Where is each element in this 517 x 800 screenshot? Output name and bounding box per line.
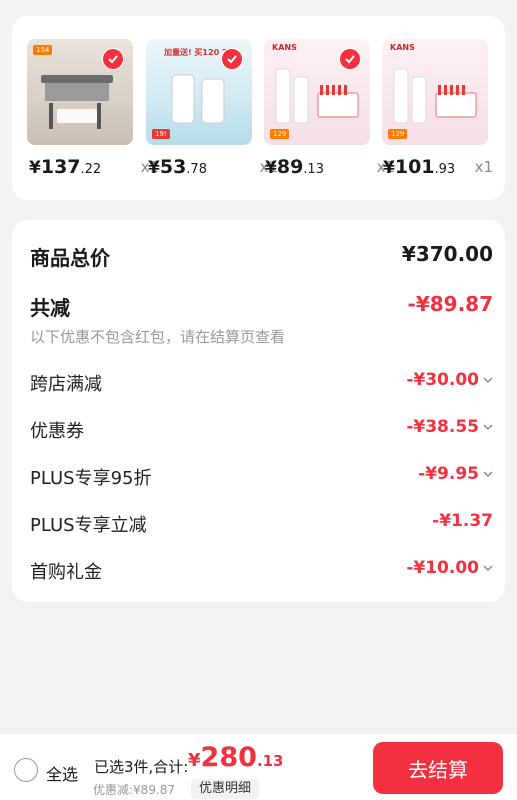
product-price-row-1: ¥137.22 x1 — [29, 154, 159, 178]
product-price: ¥137.22 — [29, 156, 102, 178]
checkout-bar: 全选 已选3件,合计: ¥280.13 优惠减:¥89.87 优惠明细 去结算 — [0, 734, 517, 800]
product-item-1[interactable]: 154 — [27, 39, 133, 145]
discount-label: PLUS专享95折 — [30, 468, 152, 489]
discount-row-plus-95[interactable]: PLUS专享95折 -¥9.95 — [30, 464, 493, 490]
product-quantity: x1 — [474, 158, 493, 176]
discount-label: 首购礼金 — [30, 562, 102, 583]
discount-value: -¥38.55 — [406, 417, 493, 437]
total-reduction-row: 共减 -¥89.87 — [30, 292, 493, 320]
product-price-row-2: ¥53.78 x1 — [148, 154, 278, 178]
discount-label: 跨店满减 — [30, 374, 102, 395]
selected-check-icon[interactable] — [102, 48, 124, 70]
chevron-down-icon — [483, 417, 493, 437]
product-price-row-4: ¥101.93 x1 — [383, 154, 493, 178]
chevron-down-icon — [483, 464, 493, 484]
selected-check-icon[interactable] — [339, 48, 361, 70]
total-reduction-label: 共减 — [30, 296, 70, 320]
product-thumbnail[interactable]: KANS 129 — [264, 39, 370, 145]
discount-row-coupon[interactable]: 优惠券 -¥38.55 — [30, 417, 493, 443]
discount-row-plus-direct: PLUS专享立减 -¥1.37 — [30, 511, 493, 537]
discount-label: PLUS专享立减 — [30, 515, 147, 536]
grand-total: ¥280.13 — [188, 742, 284, 773]
product-price-row-3: ¥89.13 x1 — [265, 154, 395, 178]
selected-check-icon[interactable] — [221, 48, 243, 70]
discount-value: -¥30.00 — [406, 370, 493, 390]
brand-logo: KANS — [390, 43, 415, 52]
cleanser-tubes-image — [171, 74, 225, 124]
total-price-value: ¥370.00 — [401, 242, 493, 266]
checkout-button[interactable]: 去结算 — [373, 742, 503, 794]
shelf-image — [41, 75, 113, 129]
product-price: ¥89.13 — [265, 156, 324, 178]
skincare-bottles-image — [275, 68, 359, 124]
chevron-down-icon — [483, 370, 493, 390]
product-item-3[interactable]: KANS 129 — [264, 39, 370, 145]
skincare-bottles-image — [393, 68, 477, 124]
discount-value: -¥10.00 — [406, 558, 493, 578]
price-badge: 129 — [388, 129, 408, 139]
discount-row-cross-store[interactable]: 跨店满减 -¥30.00 — [30, 370, 493, 396]
discount-value: -¥1.37 — [432, 511, 493, 531]
cart-products-card: 154 ¥137.22 x1 加量送! 买120 2 19! ¥53.78 x1… — [12, 16, 505, 200]
product-thumbnail[interactable]: 加量送! 买120 2 19! — [146, 39, 252, 145]
discount-row-first-purchase[interactable]: 首购礼金 -¥10.00 — [30, 558, 493, 584]
total-price-label: 商品总价 — [30, 246, 110, 270]
saved-amount: 优惠减:¥89.87 — [93, 783, 176, 797]
product-item-4[interactable]: KANS 129 — [382, 39, 488, 145]
product-thumbnail[interactable]: KANS 129 — [382, 39, 488, 145]
price-badge: 19! — [152, 129, 170, 139]
select-all-label[interactable]: 全选 — [46, 761, 78, 785]
total-price-row: 商品总价 ¥370.00 — [30, 242, 493, 270]
discount-value: -¥9.95 — [418, 464, 493, 484]
product-price: ¥53.78 — [148, 156, 207, 178]
product-thumbnail[interactable]: 154 — [27, 39, 133, 145]
discount-hint-row: 以下优惠不包含红包，请在结算页查看 — [30, 326, 493, 346]
promo-banner: 加量送! 买120 2 — [164, 48, 228, 57]
chevron-down-icon — [483, 558, 493, 578]
product-price: ¥101.93 — [383, 156, 456, 178]
select-all-radio[interactable] — [14, 758, 38, 782]
total-reduction-value: -¥89.87 — [407, 292, 493, 316]
brand-logo: KANS — [272, 43, 297, 52]
selected-count-text: 已选3件,合计: — [94, 758, 189, 776]
price-summary-card: 商品总价 ¥370.00 共减 -¥89.87 以下优惠不包含红包，请在结算页查… — [12, 220, 505, 602]
product-item-2[interactable]: 加量送! 买120 2 19! — [146, 39, 252, 145]
price-badge: 154 — [33, 45, 53, 55]
discount-hint: 以下优惠不包含红包，请在结算页查看 — [30, 328, 286, 346]
discount-detail-button[interactable]: 优惠明细 — [191, 779, 260, 799]
price-badge: 129 — [270, 129, 290, 139]
discount-label: 优惠券 — [30, 421, 84, 442]
